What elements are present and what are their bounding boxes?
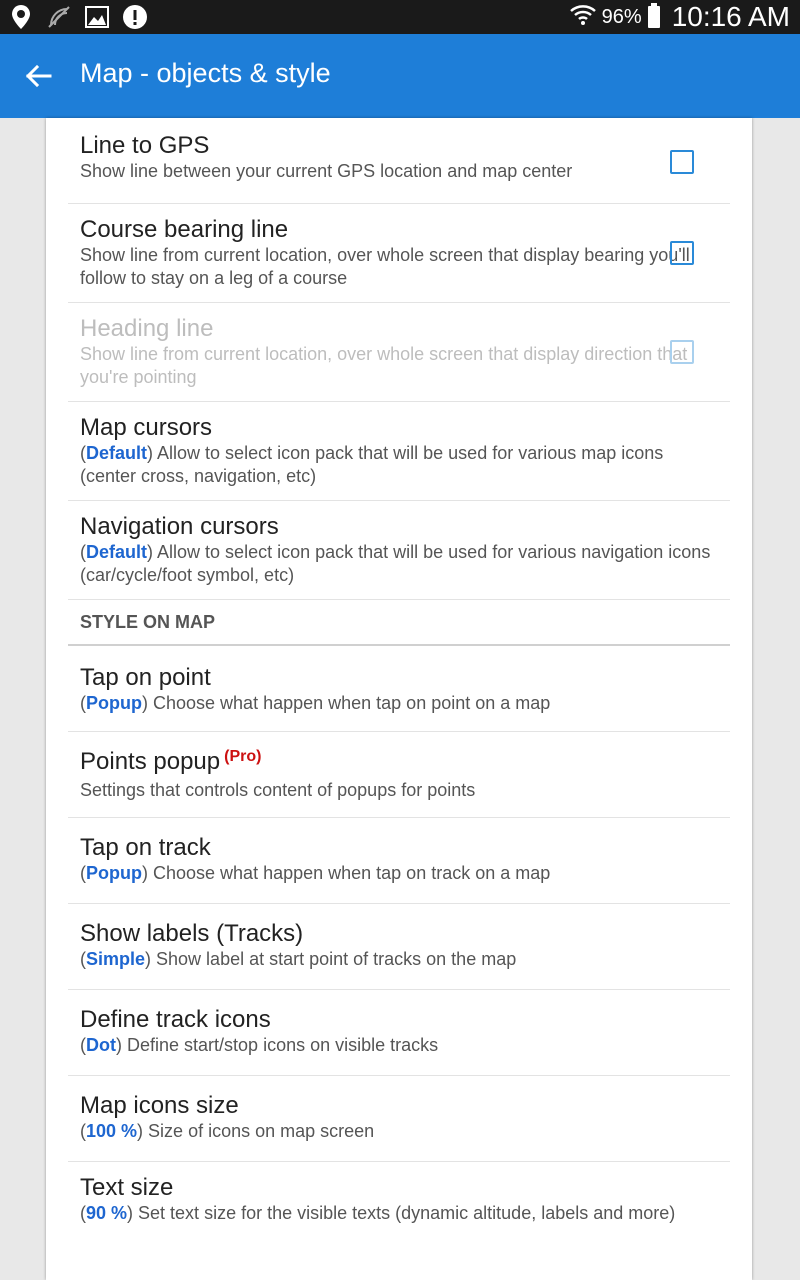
- setting-title: Map icons size: [80, 1092, 718, 1120]
- objects-settings-group: Line to GPS Show line between your curren…: [46, 118, 752, 600]
- battery-icon: [647, 3, 660, 28]
- setting-item-course-bearing-line[interactable]: Course bearing line Show line from curren…: [68, 204, 730, 303]
- battery-percent: 96%: [601, 5, 642, 28]
- setting-current-value: 100 %: [86, 1121, 138, 1141]
- checkbox: [670, 340, 694, 364]
- setting-title-text: Text size: [80, 1174, 174, 1201]
- setting-item-map-icons-size[interactable]: Map icons size (100 %) Size of icons on m…: [68, 1076, 730, 1162]
- setting-description: Show line from current location, over wh…: [80, 343, 718, 389]
- setting-item-show-labels-tracks[interactable]: Show labels (Tracks) (Simple) Show label …: [68, 904, 730, 990]
- setting-description: (Simple) Show label at start point of tr…: [80, 949, 517, 969]
- checkbox[interactable]: [670, 150, 694, 174]
- setting-description-text: Set text size for the visible texts (dyn…: [138, 1203, 676, 1223]
- setting-item-map-cursors[interactable]: Map cursors (Default) Allow to select ico…: [68, 402, 730, 501]
- setting-item-line-to-gps[interactable]: Line to GPS Show line between your curren…: [68, 118, 730, 204]
- setting-description: (Popup) Choose what happen when tap on t…: [80, 863, 551, 883]
- setting-description-text: Define start/stop icons on visible track…: [127, 1035, 439, 1055]
- setting-item-heading-line: Heading line Show line from current locat…: [68, 303, 730, 402]
- notification-icons: [8, 4, 148, 30]
- setting-title-text: Map cursors: [80, 414, 213, 441]
- setting-title: Map cursors: [80, 414, 718, 442]
- setting-title: Define track icons: [80, 1006, 718, 1034]
- status-bar: 96% 10:16 AM: [0, 0, 800, 34]
- setting-title-text: Heading line: [80, 315, 214, 342]
- setting-title: Heading line: [80, 315, 718, 343]
- setting-title-text: Define track icons: [80, 1006, 271, 1033]
- setting-current-value: Simple: [86, 949, 146, 969]
- setting-current-value: 90 %: [86, 1203, 128, 1223]
- setting-item-text-size[interactable]: Text size (90 %) Set text size for the vi…: [68, 1162, 730, 1272]
- setting-title-text: Points popup: [80, 748, 221, 775]
- setting-item-define-track-icons[interactable]: Define track icons (Dot) Define start/sto…: [68, 990, 730, 1076]
- app-bar: Map - objects & style: [0, 34, 800, 118]
- setting-title-text: Tap on point: [80, 664, 211, 691]
- setting-item-points-popup[interactable]: Points popup (Pro) Settings that controls …: [68, 732, 730, 818]
- setting-description-text: Choose what happen when tap on track on …: [153, 863, 551, 883]
- setting-description-text: Show line between your current GPS locat…: [80, 161, 573, 181]
- setting-description: (Default) Allow to select icon pack that…: [80, 542, 711, 585]
- setting-description: (100 %) Size of icons on map screen: [80, 1121, 375, 1141]
- setting-title-text: Navigation cursors: [80, 513, 279, 540]
- setting-title: Line to GPS: [80, 132, 718, 160]
- location-pin-icon: [8, 4, 34, 30]
- setting-description: Show line between your current GPS locat…: [80, 160, 718, 183]
- setting-current-value: Popup: [86, 693, 142, 713]
- pro-badge: (Pro): [224, 748, 262, 765]
- setting-description-text: Allow to select icon pack that will be u…: [80, 443, 664, 486]
- setting-description: (Dot) Define start/stop icons on visible…: [80, 1035, 439, 1055]
- setting-description-text: Show label at start point of tracks on t…: [156, 949, 517, 969]
- image-icon: [84, 4, 110, 30]
- setting-current-value: Popup: [86, 863, 142, 883]
- setting-current-value: Dot: [86, 1035, 116, 1055]
- setting-description-text: Size of icons on map screen: [148, 1121, 375, 1141]
- setting-title-text: Line to GPS: [80, 132, 210, 159]
- setting-title: Text size: [80, 1174, 718, 1202]
- setting-description: Show line from current location, over wh…: [80, 244, 718, 290]
- setting-description-text: Show line from current location, over wh…: [80, 245, 690, 288]
- setting-title: Points popup (Pro): [80, 748, 718, 779]
- setting-title: Course bearing line: [80, 216, 718, 244]
- setting-title: Tap on track: [80, 834, 718, 862]
- setting-current-value: Default: [86, 443, 148, 463]
- style-settings-group: Tap on point (Popup) Choose what happen w…: [46, 646, 752, 1272]
- setting-title-text: Course bearing line: [80, 216, 289, 243]
- setting-current-value: Default: [86, 542, 148, 562]
- setting-item-tap-on-point[interactable]: Tap on point (Popup) Choose what happen w…: [68, 646, 730, 732]
- setting-description: (90 %) Set text size for the visible tex…: [80, 1203, 676, 1223]
- setting-title: Navigation cursors: [80, 513, 718, 541]
- section-header-style-on-map: STYLE ON MAP: [68, 600, 730, 646]
- setting-title-text: Tap on track: [80, 834, 211, 861]
- checkbox[interactable]: [670, 241, 694, 265]
- page-title: Map - objects & style: [80, 58, 331, 88]
- alert-icon: [122, 4, 148, 30]
- setting-title: Show labels (Tracks): [80, 920, 718, 948]
- setting-item-tap-on-track[interactable]: Tap on track (Popup) Choose what happen w…: [68, 818, 730, 904]
- wifi-icon: [569, 3, 596, 32]
- setting-description: (Default) Allow to select icon pack that…: [80, 443, 664, 486]
- setting-description-text: Show line from current location, over wh…: [80, 344, 688, 387]
- system-status: 96% 10:16 AM: [569, 0, 790, 34]
- setting-title-text: Map icons size: [80, 1092, 239, 1119]
- setting-item-navigation-cursors[interactable]: Navigation cursors (Default) Allow to sel…: [68, 501, 730, 600]
- back-arrow-icon[interactable]: [22, 60, 54, 92]
- settings-list: Line to GPS Show line between your curren…: [46, 118, 752, 1280]
- clock: 10:16 AM: [671, 1, 790, 32]
- setting-description-text: Choose what happen when tap on point on …: [153, 693, 551, 713]
- setting-description: (Popup) Choose what happen when tap on p…: [80, 693, 551, 713]
- setting-description-text: Settings that controls content of popups…: [80, 780, 476, 800]
- setting-title-text: Show labels (Tracks): [80, 920, 304, 947]
- signal-off-icon: [46, 4, 72, 30]
- setting-description-text: Allow to select icon pack that will be u…: [80, 542, 711, 585]
- setting-description: Settings that controls content of popups…: [80, 779, 718, 802]
- setting-title: Tap on point: [80, 664, 718, 692]
